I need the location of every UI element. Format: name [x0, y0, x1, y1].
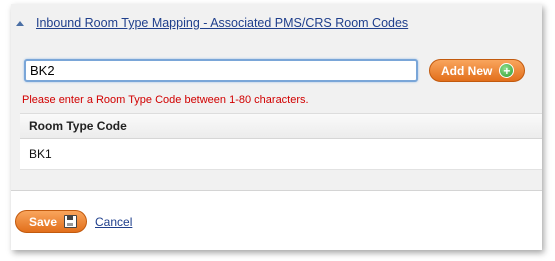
room-code-input[interactable]: [24, 59, 418, 82]
room-codes-section: Inbound Room Type Mapping - Associated P…: [11, 4, 542, 191]
column-header-room-type-code: Room Type Code: [20, 114, 542, 139]
save-button[interactable]: Save: [15, 210, 87, 233]
floppy-disk-icon: [64, 215, 78, 228]
section-header: Inbound Room Type Mapping - Associated P…: [11, 12, 542, 34]
plus-circle-icon: +: [499, 63, 515, 78]
cancel-link[interactable]: Cancel: [95, 215, 132, 229]
save-label: Save: [29, 214, 58, 229]
validation-error: Please enter a Room Type Code between 1-…: [22, 94, 309, 106]
add-new-button[interactable]: Add New +: [429, 59, 525, 82]
collapse-triangle-icon[interactable]: [16, 20, 24, 26]
table-row[interactable]: BK1: [20, 139, 542, 170]
room-codes-table: Room Type Code BK1: [20, 113, 542, 170]
room-type-mapping-panel: Inbound Room Type Mapping - Associated P…: [11, 4, 542, 250]
form-footer: Save Cancel: [15, 210, 132, 233]
section-title-link[interactable]: Inbound Room Type Mapping - Associated P…: [36, 16, 408, 30]
add-new-label: Add New: [441, 63, 493, 78]
